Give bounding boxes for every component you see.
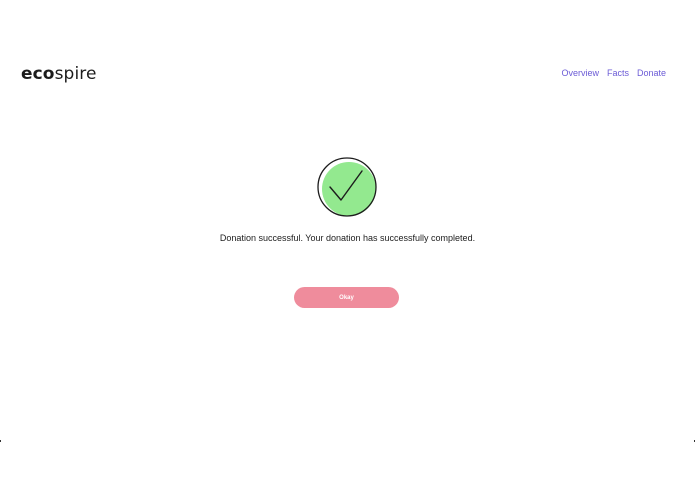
okay-button[interactable]: Okay bbox=[294, 287, 399, 308]
top-nav: Overview Facts Donate bbox=[561, 67, 666, 79]
check-circle-svg bbox=[317, 157, 377, 217]
success-message: Donation successful. Your donation has s… bbox=[219, 233, 476, 243]
nav-link-overview[interactable]: Overview bbox=[561, 67, 599, 79]
check-circle-icon bbox=[316, 157, 378, 219]
ecospire-logo[interactable]: ecospire bbox=[21, 63, 97, 85]
logo-bold-text: eco bbox=[21, 64, 55, 84]
logo-light-text: spire bbox=[54, 64, 97, 84]
left-edge-mark bbox=[0, 440, 1, 442]
nav-link-facts[interactable]: Facts bbox=[607, 67, 629, 79]
nav-link-donate[interactable]: Donate bbox=[637, 67, 666, 79]
donation-success-page: ecospire Overview Facts Donate Donation … bbox=[0, 0, 695, 494]
